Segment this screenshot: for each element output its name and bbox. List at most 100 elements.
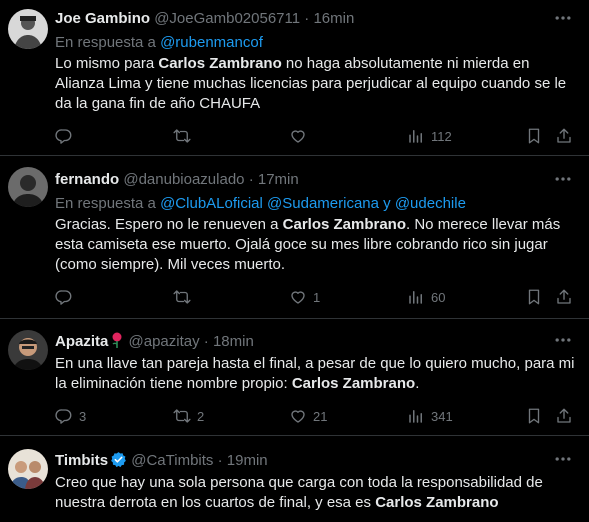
avatar[interactable]	[8, 330, 48, 370]
author-name[interactable]: Apazita	[55, 333, 108, 350]
text-bold-segment: Carlos Zambrano	[158, 55, 282, 72]
share-button[interactable]	[555, 406, 573, 426]
action-bar: 112	[55, 126, 575, 146]
text-segment: Gracias. Espero no le renueven a	[55, 216, 283, 233]
views-button[interactable]: 341	[407, 406, 453, 426]
share-icon	[555, 127, 573, 145]
tweet-header: Apazita @apazitay · 18min	[55, 332, 254, 351]
verified-icon	[111, 452, 126, 468]
tweet-header: Joe Gambino @JoeGamb02056711 · 16min	[55, 10, 354, 28]
timestamp[interactable]: 19min	[227, 452, 268, 469]
more-icon[interactable]	[553, 449, 573, 469]
retweet-icon	[173, 407, 191, 425]
tweet[interactable]: Apazita @apazitay · 18min En una llave t…	[0, 320, 589, 436]
text-segment: .	[415, 375, 420, 392]
author-name[interactable]: Timbits	[55, 452, 108, 469]
like-button[interactable]: 1	[289, 287, 320, 307]
text-bold-segment: Carlos Zambrano	[291, 375, 416, 392]
reply-target-link[interactable]: @ClubALoficial	[160, 195, 263, 212]
reply-target-link[interactable]: @rubenmancof	[160, 34, 263, 51]
author-handle[interactable]: @apazitay	[129, 333, 200, 350]
separator-dot: ·	[217, 452, 223, 469]
reply-target-link: y	[378, 195, 395, 212]
tweet[interactable]: fernando @danubioazulado · 17min En resp…	[0, 157, 589, 319]
like-count: 1	[313, 289, 321, 305]
retweet-icon	[173, 288, 191, 306]
more-icon[interactable]	[553, 8, 573, 28]
timestamp[interactable]: 18min	[213, 333, 254, 350]
like-button[interactable]	[289, 126, 313, 146]
action-bar: 3 2 21 341	[55, 406, 575, 426]
avatar[interactable]	[8, 9, 48, 49]
author-handle[interactable]: @danubioazulado	[123, 171, 244, 188]
reply-count: 3	[79, 408, 87, 424]
retweet-icon	[173, 127, 191, 145]
views-count: 112	[431, 128, 452, 144]
heart-icon	[289, 407, 307, 425]
tweet-text: Gracias. Espero no le renueven a Carlos …	[55, 215, 575, 275]
author-handle[interactable]: @JoeGamb02056711	[154, 10, 300, 27]
bookmark-icon	[525, 407, 543, 425]
reply-button[interactable]	[55, 126, 79, 146]
share-button[interactable]	[555, 287, 573, 307]
author-name[interactable]: fernando	[55, 171, 119, 188]
views-button[interactable]: 112	[407, 126, 452, 146]
separator-dot: ·	[248, 171, 254, 188]
avatar[interactable]	[8, 167, 48, 207]
text-segment: Lo mismo para	[55, 55, 159, 72]
share-icon	[555, 288, 573, 306]
author-name[interactable]: Joe Gambino	[55, 10, 150, 27]
text-bold-segment: Carlos Zambrano	[282, 216, 407, 233]
tweet[interactable]: Timbits @CaTimbits · 19min Creo que hay …	[0, 437, 589, 522]
tweet[interactable]: Joe Gambino @JoeGamb02056711 · 16min En …	[0, 0, 589, 156]
share-icon	[555, 407, 573, 425]
retweet-button[interactable]	[173, 287, 197, 307]
bookmark-button[interactable]	[525, 126, 543, 146]
like-button[interactable]: 21	[289, 406, 327, 426]
heart-icon	[289, 127, 307, 145]
timestamp[interactable]: 17min	[258, 171, 299, 188]
reply-button[interactable]: 3	[55, 406, 86, 426]
more-icon[interactable]	[553, 169, 573, 189]
views-button[interactable]: 60	[407, 287, 445, 307]
avatar[interactable]	[8, 449, 48, 489]
bookmark-button[interactable]	[525, 287, 543, 307]
views-icon	[407, 407, 425, 425]
text-bold-segment: Carlos Zambrano	[375, 494, 499, 511]
reply-context: En respuesta a @ClubALoficial @Sudameric…	[55, 195, 466, 213]
action-bar: 1 60	[55, 287, 575, 307]
bookmark-icon	[525, 288, 543, 306]
reply-icon	[55, 288, 73, 306]
separator-dot: ·	[304, 10, 310, 27]
views-icon	[407, 127, 425, 145]
reply-icon	[55, 127, 73, 145]
tweet-header: fernando @danubioazulado · 17min	[55, 171, 299, 189]
rose-icon	[112, 332, 122, 348]
tweet-header: Timbits @CaTimbits · 19min	[55, 451, 268, 470]
separator-dot: ·	[203, 333, 209, 350]
bookmark-icon	[525, 127, 543, 145]
heart-icon	[289, 288, 307, 306]
reply-prefix: En respuesta a	[55, 195, 161, 212]
retweet-count: 2	[197, 408, 205, 424]
reply-button[interactable]	[55, 287, 79, 307]
retweet-button[interactable]: 2	[173, 406, 204, 426]
retweet-button[interactable]	[173, 126, 197, 146]
tweet-text: Creo que hay una sola persona que carga …	[55, 473, 575, 513]
author-handle[interactable]: @CaTimbits	[131, 452, 213, 469]
reply-context: En respuesta a @rubenmancof	[55, 34, 263, 52]
bookmark-button[interactable]	[525, 406, 543, 426]
tweet-text: Lo mismo para Carlos Zambrano no haga ab…	[55, 54, 575, 114]
share-button[interactable]	[555, 126, 573, 146]
timestamp[interactable]: 16min	[313, 10, 354, 27]
views-count: 60	[431, 289, 446, 305]
views-count: 341	[431, 408, 453, 424]
views-icon	[407, 288, 425, 306]
like-count: 21	[313, 408, 328, 424]
tweet-text: En una llave tan pareja hasta el final, …	[55, 354, 575, 394]
reply-target-link[interactable]: @udechile	[395, 195, 466, 212]
reply-icon	[55, 407, 73, 425]
reply-prefix: En respuesta a	[55, 34, 161, 51]
more-icon[interactable]	[553, 330, 573, 350]
reply-target-link[interactable]: @Sudamericana	[267, 195, 379, 212]
